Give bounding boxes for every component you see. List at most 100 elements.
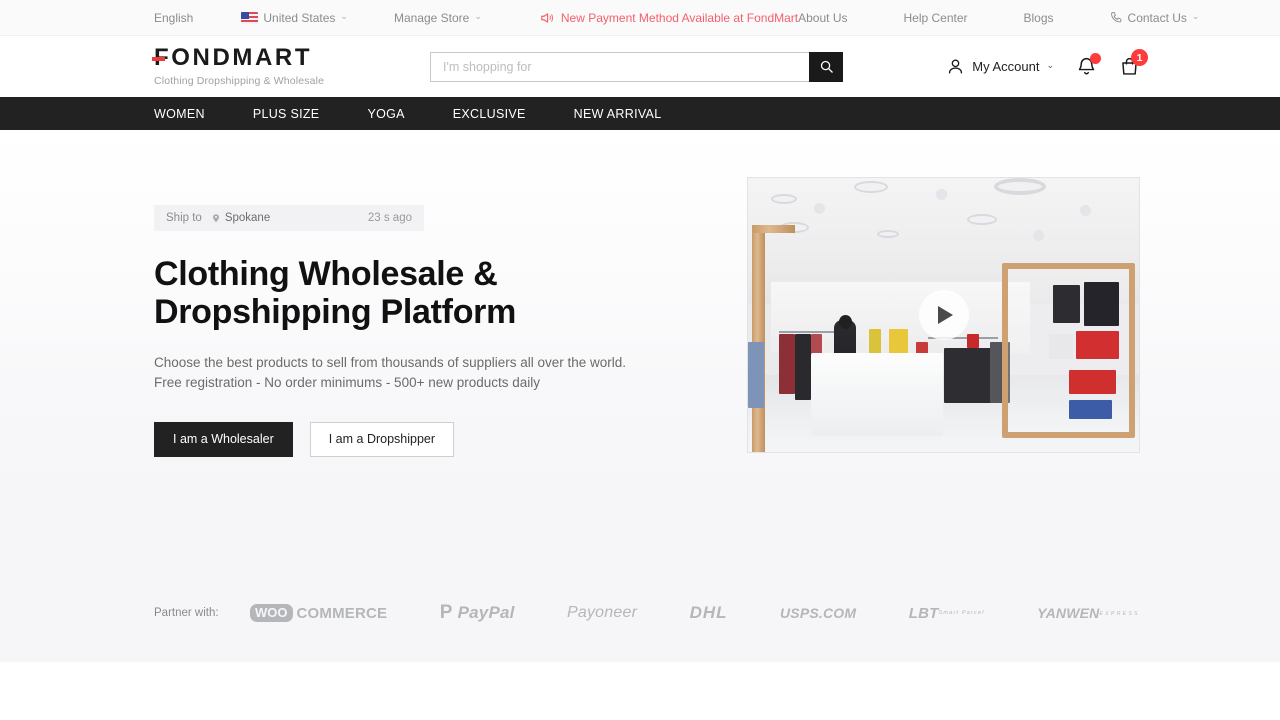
country-label: United States xyxy=(263,10,336,25)
contact-us-label: Contact Us xyxy=(1127,10,1187,25)
hero-headline-line2: Dropshipping Platform xyxy=(154,293,517,332)
hero-subtext-line2: Free registration - No order minimums - … xyxy=(154,374,541,390)
garment xyxy=(748,342,764,409)
header-actions: My Account ⌄ 1 xyxy=(946,49,1148,77)
cart-count-badge: 1 xyxy=(1131,49,1148,66)
lbt-sublabel: Smart Parcel xyxy=(938,610,985,617)
hero-video-thumbnail[interactable] xyxy=(747,177,1140,453)
manage-store-menu[interactable]: Manage Store ⌄ xyxy=(394,11,482,25)
country-selector[interactable]: United States ⌄ xyxy=(241,11,348,25)
main-navigation: WOMEN PLUS SIZE YOGA EXCLUSIVE NEW ARRIV… xyxy=(0,97,1280,130)
topbar-left-group: English United States ⌄ Manage Store ⌄ N… xyxy=(154,11,798,25)
paypal-mark: P xyxy=(439,602,453,623)
garment xyxy=(1084,282,1120,326)
shopper-head xyxy=(838,315,852,329)
search-input[interactable] xyxy=(431,52,809,81)
play-button[interactable] xyxy=(918,290,969,340)
woocommerce-label: COMMERCE xyxy=(296,604,388,622)
chevron-down-icon: ⌄ xyxy=(474,11,482,21)
dropshipper-button[interactable]: I am a Dropshipper xyxy=(309,421,455,457)
announcement-text: New Payment Method Available at FondMart xyxy=(560,10,799,25)
ship-to-selector[interactable]: Ship to Spokane 23 s ago xyxy=(154,205,424,231)
partner-logos-list: WOO COMMERCE P PayPal Payoneer DHL USPS.CO… xyxy=(250,602,1140,624)
cart-button[interactable]: 1 xyxy=(1119,49,1148,77)
partner-logo-woocommerce[interactable]: WOO COMMERCE xyxy=(250,604,387,622)
garment xyxy=(1068,399,1112,420)
logo-letter-f: F xyxy=(151,44,172,71)
wooden-pillar xyxy=(751,224,765,452)
logo[interactable]: F ONDMART Clothing Dropshipping & Wholesa… xyxy=(151,44,404,87)
my-account-label: My Account xyxy=(972,59,1040,74)
megaphone-icon xyxy=(541,12,553,23)
ceiling-light xyxy=(853,180,888,193)
announcement-banner[interactable]: New Payment Method Available at FondMart xyxy=(540,11,798,25)
nav-item-new-arrival[interactable]: NEW ARRIVAL xyxy=(574,107,662,121)
yanwen-sublabel: EXPRESS xyxy=(1099,610,1140,617)
partner-logo-paypal[interactable]: P PayPal xyxy=(440,602,515,624)
about-us-link[interactable]: About Us xyxy=(798,11,847,25)
garment xyxy=(966,334,979,348)
wholesaler-button[interactable]: I am a Wholesaler xyxy=(154,421,293,457)
nav-item-plus-size[interactable]: PLUS SIZE xyxy=(253,107,320,121)
partner-logo-lbt[interactable]: LBT Smart Parcel xyxy=(909,606,985,621)
garment xyxy=(943,347,995,403)
logo-letters-rest: ONDMART xyxy=(171,44,313,71)
nav-item-yoga[interactable]: YOGA xyxy=(367,107,404,121)
user-icon xyxy=(949,59,963,74)
help-center-link[interactable]: Help Center xyxy=(903,11,967,25)
top-utility-bar: English United States ⌄ Manage Store ⌄ N… xyxy=(0,0,1280,36)
partners-label: Partner with: xyxy=(154,607,219,619)
garment xyxy=(1068,369,1116,395)
topbar-right-group: About Us Help Center Blogs Contact Us ⌄ xyxy=(798,11,1199,25)
partners-section: Partner with: WOO COMMERCE P PayPal Payone… xyxy=(0,564,1280,662)
location-pin-icon xyxy=(212,214,219,223)
dhl-label: DHL xyxy=(689,603,728,622)
hero-subtext-line1: Choose the best products to sell from th… xyxy=(154,354,626,370)
ceiling-light xyxy=(966,213,997,225)
ship-to-timestamp: 23 s ago xyxy=(367,212,412,224)
garment xyxy=(779,334,795,395)
about-us-label: About Us xyxy=(798,10,848,25)
hero-section: Ship to Spokane 23 s ago Clothing Wholes… xyxy=(0,130,1280,564)
hero-cta-group: I am a Wholesaler I am a Dropshipper xyxy=(154,421,714,457)
yanwen-label: YANWEN xyxy=(1037,605,1100,621)
chevron-down-icon: ⌄ xyxy=(1191,11,1200,21)
notifications-button[interactable] xyxy=(1076,53,1101,77)
hero-media xyxy=(747,130,1140,564)
partner-logo-yanwen[interactable]: YANWEN EXPRESS xyxy=(1037,606,1140,620)
logo-wordmark: F ONDMART xyxy=(151,44,404,71)
logo-tagline: Clothing Dropshipping & Wholesale xyxy=(154,75,325,87)
store-counter xyxy=(810,353,944,436)
chevron-down-icon: ⌄ xyxy=(340,11,348,21)
search-button[interactable] xyxy=(809,51,843,82)
ceiling-light xyxy=(877,230,900,239)
help-center-label: Help Center xyxy=(903,10,968,25)
usps-label: USPS.COM xyxy=(779,605,857,621)
garment xyxy=(1076,331,1120,359)
garment xyxy=(794,334,811,400)
ship-to-city: Spokane xyxy=(224,212,271,224)
nav-item-women[interactable]: WOMEN xyxy=(154,107,205,121)
contact-us-menu[interactable]: Contact Us ⌄ xyxy=(1110,10,1200,25)
nav-item-exclusive[interactable]: EXCLUSIVE xyxy=(453,107,526,121)
paypal-label: PayPal xyxy=(457,603,515,622)
notification-dot-badge xyxy=(1090,53,1101,64)
hero-subtext: Choose the best products to sell from th… xyxy=(154,353,714,393)
blogs-link[interactable]: Blogs xyxy=(1024,11,1054,25)
search-bar xyxy=(430,51,843,82)
lbt-label: LBT xyxy=(908,604,939,622)
manage-store-label: Manage Store xyxy=(393,10,470,25)
search-icon xyxy=(820,60,833,73)
language-label: English xyxy=(154,10,194,25)
hero-headline: Clothing Wholesale & Dropshipping Platfo… xyxy=(154,255,634,332)
garment xyxy=(1053,284,1081,324)
blogs-label: Blogs xyxy=(1023,10,1054,25)
partner-logo-usps[interactable]: USPS.COM xyxy=(780,605,856,621)
my-account-menu[interactable]: My Account ⌄ xyxy=(946,57,1054,76)
woocommerce-mark: WOO xyxy=(250,604,293,622)
language-selector[interactable]: English xyxy=(154,11,193,25)
ceiling-spotlight xyxy=(935,188,947,200)
us-flag-icon xyxy=(241,11,259,24)
partner-logo-dhl[interactable]: DHL xyxy=(690,603,728,623)
partner-logo-payoneer[interactable]: Payoneer xyxy=(567,604,637,622)
